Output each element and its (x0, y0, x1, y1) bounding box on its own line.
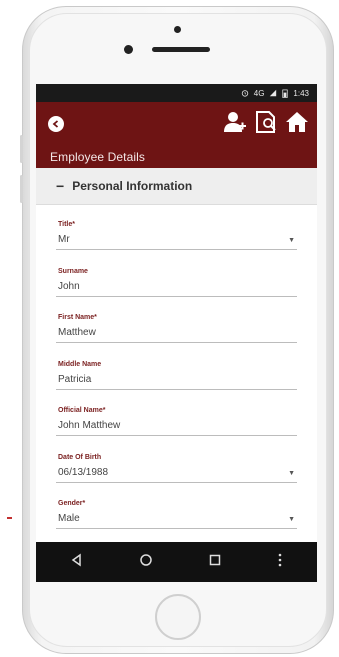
gender-select[interactable]: Male (58, 513, 80, 524)
front-sensor (174, 26, 181, 33)
field-label: Middle Name (58, 360, 102, 368)
surname-input[interactable]: John (58, 281, 80, 292)
signal-icon (270, 89, 277, 97)
nav-back-button[interactable] (70, 553, 84, 572)
android-nav-bar (36, 542, 317, 582)
dropdown-arrow-icon[interactable]: ▼ (288, 237, 295, 244)
field-title[interactable]: Title* Mr ▼ (56, 213, 297, 260)
field-label: Official Name* (58, 407, 106, 414)
field-date-of-birth[interactable]: Date Of Birth 06/13/1988 ▼ (56, 446, 297, 493)
collapse-icon[interactable]: − (56, 178, 64, 194)
edit-document-button[interactable] (255, 110, 277, 139)
side-button (20, 175, 23, 203)
first-name-input[interactable]: Matthew (58, 327, 96, 338)
field-label: Title* (58, 221, 75, 228)
side-button (20, 135, 23, 163)
earpiece-speaker (152, 47, 210, 52)
status-time: 1:43 (293, 88, 309, 98)
arrow-left-icon (52, 120, 59, 128)
add-user-button[interactable] (223, 110, 247, 139)
nav-home-button[interactable] (139, 553, 153, 572)
home-icon (286, 112, 308, 132)
field-label: Surname (58, 267, 88, 275)
section-header-personal-information[interactable]: − Personal Information (36, 168, 317, 205)
page-title: Employee Details (50, 150, 145, 164)
square-recents-icon (209, 554, 221, 565)
circle-home-icon (140, 553, 152, 566)
field-underline (56, 388, 297, 390)
app-bar-actions (223, 110, 309, 139)
official-name-input[interactable]: John Matthew (58, 420, 120, 431)
side-marker (7, 517, 12, 519)
dropdown-arrow-icon[interactable]: ▼ (288, 470, 295, 477)
home-button[interactable] (285, 110, 309, 139)
network-type: 4G (253, 88, 265, 98)
alarm-icon (241, 90, 248, 97)
title-select[interactable]: Mr (58, 234, 70, 245)
field-underline (56, 435, 297, 436)
field-label: Gender* (58, 500, 86, 507)
field-label: Date Of Birth (58, 453, 102, 461)
field-underline (56, 342, 297, 343)
phone-screen: 4G 1:43 Employee Details − Personal Info… (36, 84, 317, 582)
field-underline (56, 249, 297, 250)
field-first-name[interactable]: First Name* Matthew (56, 306, 297, 353)
status-bar: 4G 1:43 (36, 84, 317, 102)
field-surname[interactable]: Surname John (56, 260, 297, 307)
dropdown-arrow-icon[interactable]: ▼ (288, 516, 295, 523)
middle-name-input[interactable]: Patricia (58, 374, 91, 385)
physical-home-button[interactable] (155, 594, 201, 640)
triangle-back-icon (71, 553, 81, 566)
field-gender[interactable]: Gender* Male ▼ (56, 492, 297, 539)
edit-document-icon (256, 111, 276, 133)
field-official-name[interactable]: Official Name* John Matthew (56, 399, 297, 446)
battery-icon (282, 89, 289, 98)
add-user-icon (224, 112, 246, 132)
app-bar: Employee Details (36, 102, 317, 168)
field-underline (56, 481, 297, 483)
date-of-birth-picker[interactable]: 06/13/1988 (58, 467, 108, 478)
vertical-dots-icon (279, 553, 282, 566)
personal-information-form: Title* Mr ▼ Surname John First Name* Mat… (36, 213, 317, 539)
field-underline (56, 295, 297, 297)
field-underline (56, 528, 297, 529)
nav-more-button[interactable] (277, 553, 283, 572)
front-camera (124, 45, 133, 54)
back-button[interactable] (48, 116, 64, 132)
nav-recents-button[interactable] (208, 553, 222, 572)
field-label: First Name* (58, 314, 97, 321)
section-title: Personal Information (72, 179, 193, 193)
field-middle-name[interactable]: Middle Name Patricia (56, 353, 297, 400)
